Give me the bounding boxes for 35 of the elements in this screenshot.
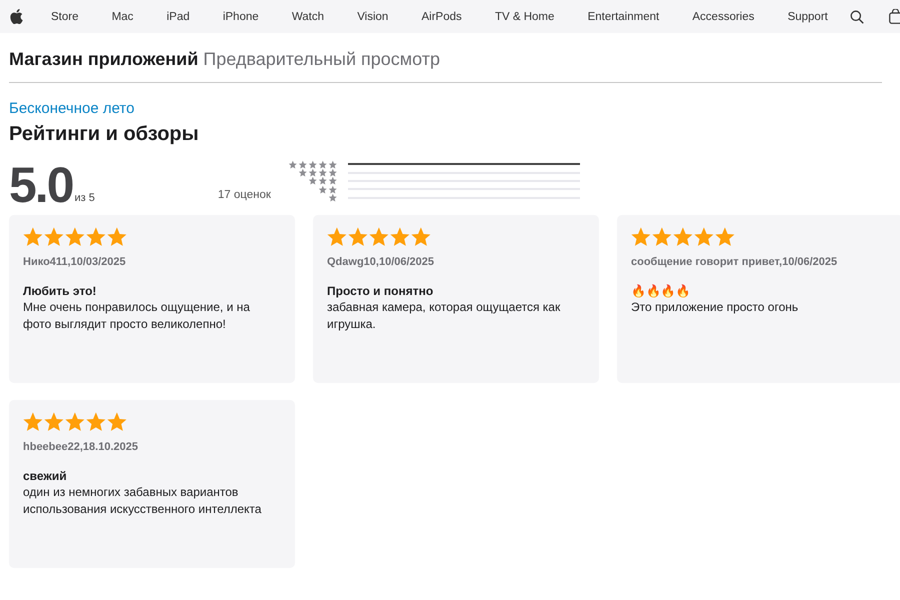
nav-link[interactable]: Watch <box>292 10 324 22</box>
nav-link[interactable]: TV & Home <box>494 10 554 22</box>
review-title: Любить это! <box>23 284 98 298</box>
nav-link[interactable]: Store <box>51 10 78 22</box>
store-subtitle: Предварительный просмотр <box>203 49 440 70</box>
review-text: забавная камера, которая ощущается как игрушка. <box>327 299 562 333</box>
review-title: 🔥🔥🔥🔥 <box>631 284 692 298</box>
review-author-date: Нико411,10/03/2025 <box>23 256 127 268</box>
star-label-icon <box>288 160 338 169</box>
nav-link[interactable]: Vision <box>357 10 388 22</box>
nav-link[interactable]: iPhone <box>222 10 259 22</box>
review-title: Просто и понятно <box>327 284 434 298</box>
review-text: один из немногих забавных вариантов использования искусственного интеллекта <box>23 484 262 518</box>
nav-link[interactable]: Support <box>788 10 828 22</box>
nav-link[interactable]: Accessories <box>692 10 754 22</box>
app-name[interactable]: Бесконечное лето <box>9 100 891 117</box>
review-author-date: сообщение говорит привет,10/06/2025 <box>631 256 838 268</box>
rating-score: 5.0 <box>9 160 73 210</box>
search-icon[interactable] <box>850 10 864 24</box>
nav-link[interactable]: Mac <box>112 10 134 22</box>
store-title: Магазин приложений <box>9 49 198 70</box>
review-author-date: hbeebee22,18.10.2025 <box>23 441 139 453</box>
star-label-icon <box>298 168 338 178</box>
rating-scale: из 5 <box>74 192 95 204</box>
nav-link[interactable]: AirPods <box>422 10 462 22</box>
review-text: Мне очень понравилось ощущение, и на фото выглядит просто великолепно! <box>23 299 251 333</box>
section-heading: Рейтинги и обзоры <box>9 123 200 146</box>
rating-count: 17 оценок <box>218 189 271 201</box>
review-text: Это приложение просто огонь <box>631 299 800 316</box>
nav-link[interactable]: Entertainment <box>588 10 660 22</box>
review-title: свежий <box>23 469 68 483</box>
apple-logo-icon[interactable] <box>10 9 23 24</box>
nav-link[interactable]: iPad <box>166 10 190 22</box>
review-author-date: Qdawg10,10/06/2025 <box>327 256 436 268</box>
shopping-bag-icon[interactable] <box>889 9 900 24</box>
